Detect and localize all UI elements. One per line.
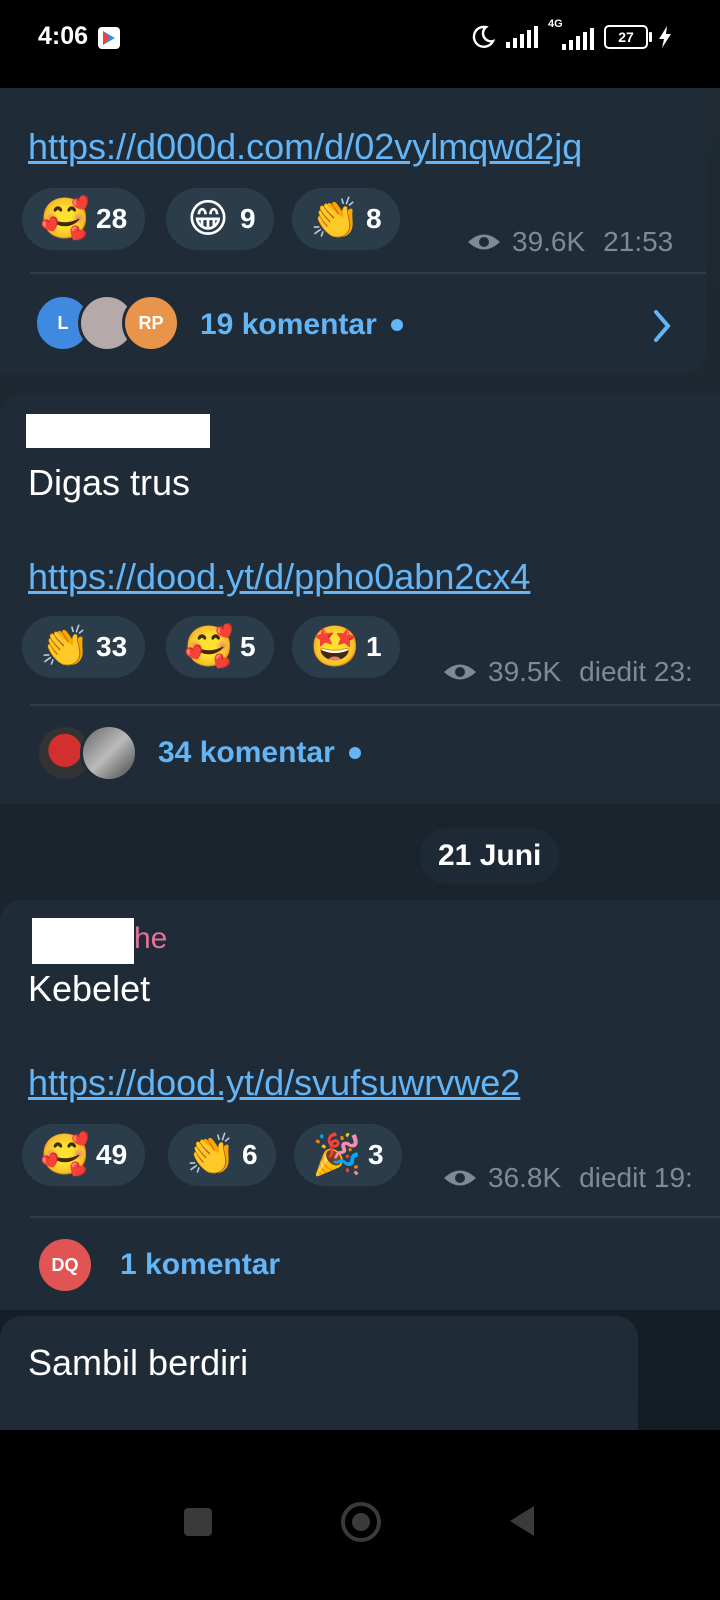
comments-count: 34 komentar <box>158 736 335 769</box>
message-meta: 39.5K diedit 23: <box>442 656 693 688</box>
avatar: DQ <box>36 1236 94 1294</box>
clapping-emoji-icon: 👏 <box>186 1133 236 1177</box>
message-time: diedit 19: <box>579 1162 693 1193</box>
back-button[interactable] <box>506 1504 536 1538</box>
message-link[interactable]: https://d000d.com/d/02vylmqwd2jq <box>28 126 582 168</box>
chevron-right-icon[interactable] <box>652 310 672 342</box>
commenter-avatars <box>36 724 138 782</box>
star-struck-emoji-icon: 🤩 <box>310 625 360 669</box>
home-button[interactable] <box>341 1502 381 1542</box>
commenter-avatars: L RP <box>34 294 180 352</box>
message-meta: 39.6K 21:53 <box>466 226 673 258</box>
avatar-initial: DQ <box>51 1254 79 1275</box>
smiling-hearts-emoji-icon: 🥰 <box>184 625 234 669</box>
divider <box>30 272 706 274</box>
commenter-avatars: DQ <box>36 1236 94 1294</box>
eye-icon <box>444 1170 476 1186</box>
divider <box>30 704 720 706</box>
message-text: Kebelet <box>28 968 151 1009</box>
message-link[interactable]: https://dood.yt/d/ppho0abn2cx4 <box>28 556 530 598</box>
eye-icon <box>444 664 476 680</box>
message-bubble[interactable]: he Kebelet https://dood.yt/d/svufsuwrvwe… <box>0 900 720 1310</box>
moon-icon <box>472 25 496 48</box>
reaction-chip[interactable]: 🥰 5 <box>166 616 274 678</box>
smiling-hearts-emoji-icon: 🥰 <box>40 197 90 241</box>
status-icons: 4G 27 <box>470 18 672 50</box>
reaction-chip[interactable]: 👏 6 <box>168 1124 276 1186</box>
battery-icon: 27 <box>604 25 652 49</box>
reaction-chip[interactable]: 🥰 49 <box>22 1124 146 1186</box>
message-text: Sambil berdiri <box>28 1342 249 1383</box>
avatar <box>80 724 138 782</box>
eye-icon <box>468 234 500 250</box>
unread-dot <box>390 319 403 331</box>
reaction-count: 5 <box>240 631 256 662</box>
home-icon-inner <box>352 1513 370 1531</box>
reaction-chip[interactable]: 👏 33 <box>22 616 146 678</box>
clapping-emoji-icon: 👏 <box>310 197 360 241</box>
charging-icon <box>659 26 671 48</box>
network-type: 4G <box>548 18 563 30</box>
message-bubble[interactable]: Digas trus https://dood.yt/d/ppho0abn2cx… <box>0 394 720 804</box>
view-count: 39.5K <box>488 656 562 687</box>
reaction-count: 33 <box>96 631 128 662</box>
date-separator: 21 Juni <box>420 828 560 884</box>
status-bar: 4:06 4G 27 <box>0 0 720 88</box>
reaction-count: 6 <box>242 1139 258 1170</box>
smiling-hearts-emoji-icon: 🥰 <box>40 1133 90 1177</box>
reaction-count: 1 <box>366 631 382 662</box>
grinning-emoji-icon: 😁 <box>187 197 229 241</box>
reaction-count: 8 <box>366 203 382 234</box>
message-meta: 36.8K diedit 19: <box>442 1162 693 1194</box>
message-text: Digas trus <box>28 462 191 503</box>
chat-area[interactable]: https://d000d.com/d/02vylmqwd2jq 🥰 28 😁 … <box>0 88 720 1430</box>
view-count: 39.6K <box>512 226 586 257</box>
message-time: diedit 23: <box>579 656 693 687</box>
reaction-chip[interactable]: 😁 9 <box>166 188 274 250</box>
reaction-count: 49 <box>96 1139 128 1170</box>
comments-button[interactable]: 19 komentar <box>200 308 403 342</box>
sender-name-redacted <box>26 414 210 448</box>
avatar-initial: RP <box>138 312 164 333</box>
comments-button[interactable]: 1 komentar <box>120 1248 280 1282</box>
reaction-count: 3 <box>368 1139 384 1170</box>
play-store-icon <box>98 27 120 49</box>
reaction-chip[interactable]: 👏 8 <box>292 188 400 250</box>
signal-icon <box>506 26 538 48</box>
reaction-chip[interactable]: 🥰 28 <box>22 188 146 250</box>
party-popper-emoji-icon: 🎉 <box>312 1133 362 1177</box>
network-4g-icon: 4G <box>548 18 594 50</box>
message-time: 21:53 <box>603 226 674 257</box>
message-link[interactable]: https://dood.yt/d/svufsuwrvwe2 <box>28 1062 520 1104</box>
comments-count: 1 komentar <box>120 1248 281 1281</box>
reaction-count: 9 <box>240 203 256 234</box>
comments-count: 19 komentar <box>200 308 377 341</box>
avatar-initial: L <box>57 312 69 333</box>
navigation-bar <box>0 1430 720 1600</box>
clapping-emoji-icon: 👏 <box>40 625 90 669</box>
reaction-chip[interactable]: 🤩 1 <box>292 616 400 678</box>
message-bubble[interactable]: Sambil berdiri <box>0 1316 638 1430</box>
recent-apps-button[interactable] <box>184 1508 212 1536</box>
view-count: 36.8K <box>488 1162 562 1193</box>
reaction-count: 28 <box>96 203 128 234</box>
avatar: RP <box>122 294 180 352</box>
reaction-chip[interactable]: 🎉 3 <box>294 1124 402 1186</box>
unread-dot <box>348 747 361 759</box>
battery-level: 27 <box>618 29 634 45</box>
divider <box>30 1216 720 1218</box>
sender-name-redacted <box>32 918 134 964</box>
message-bubble[interactable]: https://d000d.com/d/02vylmqwd2jq 🥰 28 😁 … <box>0 88 706 374</box>
sender-name: he <box>134 922 168 955</box>
comments-button[interactable]: 34 komentar <box>158 736 361 770</box>
status-time: 4:06 <box>38 22 89 50</box>
